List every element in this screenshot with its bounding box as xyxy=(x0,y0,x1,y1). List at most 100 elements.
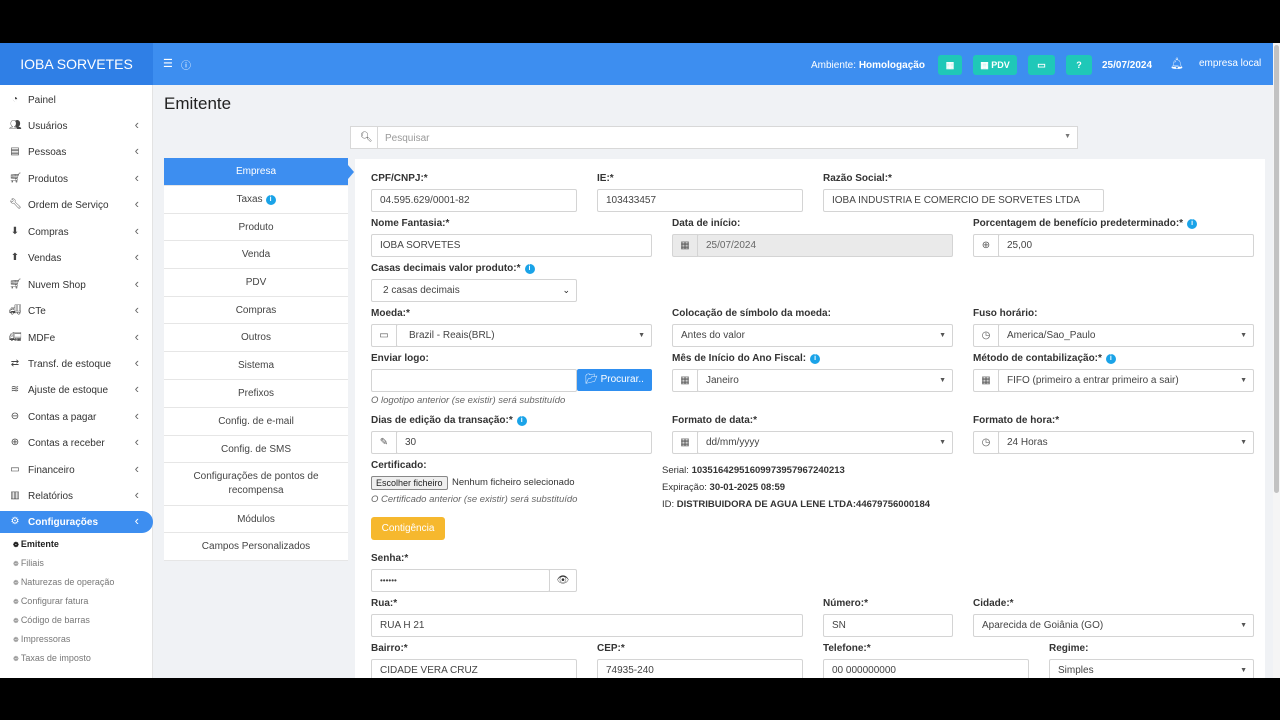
rua-input[interactable]: RUA H 21 xyxy=(371,614,803,637)
submenu-item[interactable]: ❁ Filiais xyxy=(13,558,44,568)
procurar-button[interactable]: 📂︎ Procurar.. xyxy=(577,369,652,391)
beneficio-input[interactable]: 25,00 xyxy=(998,234,1254,257)
tab-venda[interactable]: Venda xyxy=(164,241,348,269)
menu-toggle-icon[interactable]: ☰ xyxy=(163,57,173,70)
contingencia-button[interactable]: Contigência xyxy=(371,517,445,540)
sidebar-item-produtos[interactable]: 🛒︎ Produtos ‹ xyxy=(0,168,153,190)
submenu-item[interactable]: ❁ Taxas de imposto xyxy=(13,653,91,663)
show-password-button[interactable]: 👁︎ xyxy=(549,569,577,592)
info-icon[interactable]: i xyxy=(1187,219,1198,229)
sidebar-item-painel[interactable]: ◔ Painel xyxy=(0,89,153,111)
logo-file-input[interactable] xyxy=(371,369,577,392)
tab-outros[interactable]: Outros xyxy=(164,324,348,352)
tab-taxas[interactable]: Taxas i xyxy=(164,186,348,214)
money-icon: ▭ xyxy=(1037,60,1046,70)
calculator-icon: ▦ xyxy=(945,60,955,70)
chevron-left-icon: ‹ xyxy=(134,276,139,291)
tab-sistema[interactable]: Sistema xyxy=(164,352,348,380)
metodo-select[interactable]: FIFO (primeiro a entrar primeiro a sair)… xyxy=(998,369,1254,392)
dias-label-text: Dias de edição da transação:* xyxy=(371,415,513,426)
help-button[interactable]: ? xyxy=(1066,55,1092,75)
fuso-horario-select[interactable]: America/Sao_Paulo ▼ xyxy=(998,324,1254,347)
tab-prefixos[interactable]: Prefixos xyxy=(164,380,348,408)
sidebar-item-contas-a-pagar[interactable]: ⊖ Contas a pagar ‹ xyxy=(0,406,153,428)
bar-chart-icon: ▥ xyxy=(10,490,20,501)
bell-icon[interactable]: 🔔︎ xyxy=(1170,57,1184,70)
ie-input[interactable]: 103433457 xyxy=(597,189,803,212)
info-icon[interactable]: ⓘ xyxy=(181,57,191,72)
sidebar-item-financeiro[interactable]: ▭ Financeiro ‹ xyxy=(0,459,153,481)
eye-icon: 👁︎ xyxy=(556,575,570,586)
moeda-select[interactable]: Brazil - Reais(BRL) ▼ xyxy=(396,324,652,347)
bairro-input[interactable]: CIDADE VERA CRUZ xyxy=(371,659,577,678)
money-button[interactable]: ▭ xyxy=(1028,55,1055,75)
cep-label: CEP:* xyxy=(597,643,625,654)
cep-input[interactable]: 74935-240 xyxy=(597,659,803,678)
tab-label: Sistema xyxy=(237,360,275,371)
sidebar-item-pessoas[interactable]: ▤ Pessoas ‹ xyxy=(0,141,153,163)
sidebar-item-ordem-de-servico[interactable]: 🔧︎ Ordem de Serviço ‹ xyxy=(0,194,153,216)
bullet-icon: ❁ xyxy=(13,637,21,644)
sidebar-item-configuracoes[interactable]: ⚙ Configurações ‹ xyxy=(0,511,153,533)
submenu-item[interactable]: ❁ Configurar fatura xyxy=(13,596,88,606)
sidebar-item-ajuste-de-estoque[interactable]: ≋ Ajuste de estoque ‹ xyxy=(0,379,153,401)
sidebar-item-compras[interactable]: ⬇ Compras ‹ xyxy=(0,221,153,243)
user-menu[interactable]: empresa local xyxy=(1199,58,1261,69)
tab-empresa[interactable]: Empresa xyxy=(164,158,354,186)
tab-pdv[interactable]: PDV xyxy=(164,269,348,297)
info-icon[interactable]: i xyxy=(516,416,527,426)
nome-fantasia-input[interactable]: IOBA SORVETES xyxy=(371,234,652,257)
submenu-item[interactable]: ❁ Emitente xyxy=(13,539,59,549)
beneficio-label: Porcentagem de benefício predeterminado:… xyxy=(973,218,1198,229)
tab-config-de-sms[interactable]: Config. de SMS xyxy=(164,436,348,463)
sidebar-item-mdfe[interactable]: 🚛︎ MDFe ‹ xyxy=(0,327,153,349)
senha-input[interactable]: •••••• xyxy=(371,569,550,592)
info-icon[interactable]: i xyxy=(810,354,821,364)
numero-input[interactable]: SN xyxy=(823,614,953,637)
moeda-value: Brazil - Reais(BRL) xyxy=(409,330,495,341)
submenu-item[interactable]: ❁ Código de barras xyxy=(13,615,90,625)
tab-config-de-e-mail[interactable]: Config. de e-mail xyxy=(164,408,348,436)
dias-edicao-input[interactable]: 30 xyxy=(396,431,652,454)
razao-social-input[interactable]: IOBA INDUSTRIA E COMERCIO DE SORVETES LT… xyxy=(823,189,1104,212)
shuffle-icon: ⇄ xyxy=(10,358,20,369)
brand-logo[interactable]: IOBA SORVETES xyxy=(0,43,153,85)
simbolo-moeda-select[interactable]: Antes do valor ▼ xyxy=(672,324,953,347)
submenu-item[interactable]: ❁ Naturezas de operação xyxy=(13,577,114,587)
sidebar-item-usuarios[interactable]: 👥︎ Usuários ‹ xyxy=(0,115,153,137)
mes-label-text: Mês de Início do Ano Fiscal: xyxy=(672,353,807,364)
mes-value: Janeiro xyxy=(706,375,739,386)
formato-hora-select[interactable]: 24 Horas ▼ xyxy=(998,431,1254,454)
truck-icon: 🚚︎ xyxy=(9,305,22,316)
info-icon[interactable]: i xyxy=(524,264,535,274)
tab-label: Config. de e-mail xyxy=(218,416,294,427)
regime-select[interactable]: Simples ▼ xyxy=(1049,659,1254,678)
sidebar-item-transf-de-estoque[interactable]: ⇄ Transf. de estoque ‹ xyxy=(0,353,153,375)
sidebar-item-relatorios[interactable]: ▥ Relatórios ‹ xyxy=(0,485,153,507)
sidebar-item-contas-a-receber[interactable]: ⊕ Contas a receber ‹ xyxy=(0,432,153,454)
info-icon[interactable]: i xyxy=(1105,354,1116,364)
sidebar-item-vendas[interactable]: ⬆ Vendas ‹ xyxy=(0,247,153,269)
formato-data-select[interactable]: dd/mm/yyyy ▼ xyxy=(697,431,953,454)
tab-modulos[interactable]: Módulos xyxy=(164,506,348,533)
sidebar-item-cte[interactable]: 🚚︎ CTe ‹ xyxy=(0,300,153,322)
casas-decimais-select[interactable]: 2 casas decimais ⌄ xyxy=(371,279,577,302)
info-icon[interactable]: i xyxy=(265,195,276,205)
tab-campos-personalizados[interactable]: Campos Personalizados xyxy=(164,533,348,561)
sidebar-item-nuvem-shop[interactable]: 🛒︎ Nuvem Shop ‹ xyxy=(0,274,153,296)
submenu-item[interactable]: ❁ Impressoras xyxy=(13,634,70,644)
tab-label: Prefixos xyxy=(237,388,275,399)
calculator-button[interactable]: ▦ xyxy=(938,55,962,75)
mes-fiscal-select[interactable]: Janeiro ▼ xyxy=(697,369,953,392)
cidade-select[interactable]: Aparecida de Goiânia (GO) ▼ xyxy=(973,614,1254,637)
tab-compras[interactable]: Compras xyxy=(164,297,348,324)
pdv-button[interactable]: ▦ PDV xyxy=(973,55,1017,75)
tab-configuracoes-de-pontos-de-recompensa[interactable]: Configurações de pontos de recompensa xyxy=(164,463,348,506)
scrollbar-thumb[interactable] xyxy=(1274,45,1279,493)
search-select[interactable]: 🔍︎ Pesquisar ▼ xyxy=(350,126,1078,149)
tab-produto[interactable]: Produto xyxy=(164,214,348,241)
cpf-input[interactable]: 04.595.629/0001-82 xyxy=(371,189,577,212)
choose-file-button[interactable]: Escolher ficheiro xyxy=(371,476,448,490)
telefone-input[interactable]: 00 000000000 xyxy=(823,659,1029,678)
question-icon: ? xyxy=(1076,60,1082,70)
